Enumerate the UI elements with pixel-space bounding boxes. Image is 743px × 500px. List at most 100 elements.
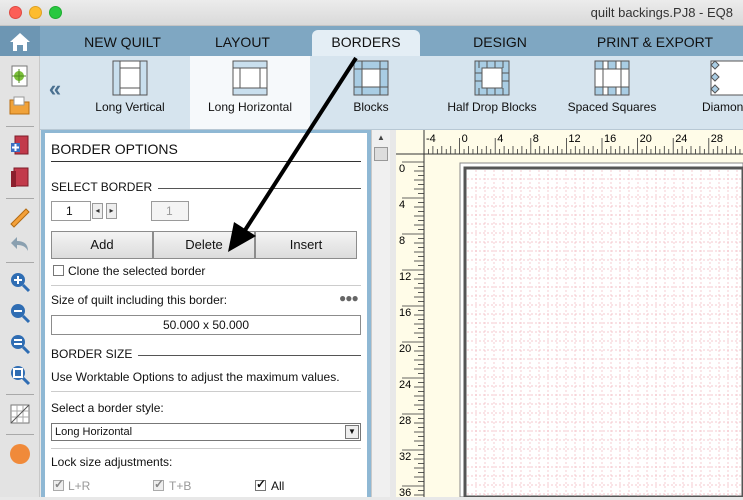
diamonds-border-icon	[710, 60, 743, 96]
ruler-label: 4	[399, 199, 405, 211]
ruler-label: 0	[462, 133, 468, 145]
tab-design[interactable]: DESIGN	[440, 30, 560, 56]
ruler-label: 24	[675, 133, 687, 145]
open-folder-icon[interactable]	[8, 94, 32, 118]
divider	[51, 448, 361, 449]
quilt-canvas[interactable]: -4048121620242832 04812162024283236	[396, 130, 743, 499]
ribbon-blocks[interactable]: Blocks	[330, 56, 412, 129]
lock-size-label: Lock size adjustments:	[51, 455, 173, 469]
add-border-button[interactable]: Add	[51, 231, 153, 259]
more-options-icon[interactable]: ●●●	[339, 291, 359, 305]
clone-border-label: Clone the selected border	[68, 264, 206, 278]
delete-border-button[interactable]: Delete	[153, 231, 255, 259]
long-horizontal-border-icon	[232, 60, 268, 96]
border-style-value: Long Horizontal	[55, 426, 133, 438]
border-options-panel: BORDER OPTIONS SELECT BORDER 1 ◂ ▸ 1 Add…	[45, 133, 367, 497]
ribbon-diamonds[interactable]: Diamon	[680, 56, 743, 129]
help-icon[interactable]	[8, 442, 32, 466]
divider	[129, 188, 361, 189]
lock-all-label: All	[271, 479, 285, 493]
scrollbar-thumb[interactable]	[374, 147, 388, 161]
ruler-label: 8	[399, 235, 405, 247]
home-button[interactable]	[0, 26, 40, 56]
quilt-size-label: Size of quilt including this border:	[51, 293, 228, 307]
border-style-label: Select a border style:	[51, 401, 164, 415]
ruler-label: 16	[399, 307, 411, 319]
divider	[51, 161, 361, 162]
lock-all-checkbox[interactable]	[255, 477, 266, 491]
ruler-icon[interactable]	[8, 206, 32, 230]
collapse-panel-button[interactable]: «	[42, 78, 68, 102]
chevron-down-icon: ▼	[345, 425, 359, 439]
zoom-window-button[interactable]	[49, 6, 62, 19]
border-number-field[interactable]: 1	[51, 201, 91, 221]
ribbon-label: Half Drop Blocks	[447, 100, 537, 114]
half-drop-blocks-border-icon	[474, 60, 510, 96]
ruler-label: 28	[399, 415, 411, 427]
quilt-worktable[interactable]: -4048121620242832 04812162024283236	[396, 130, 743, 499]
new-file-icon[interactable]	[8, 64, 32, 88]
undo-icon[interactable]	[8, 232, 32, 256]
zoom-in-icon[interactable]	[8, 270, 32, 294]
close-window-button[interactable]	[9, 6, 22, 19]
grid-icon[interactable]	[8, 402, 32, 426]
window-titlebar: quilt backings.PJ8 - EQ8	[0, 0, 743, 26]
ribbon-label: Long Horizontal	[207, 100, 293, 114]
ribbon-label: Long Vertical	[95, 100, 165, 114]
ribbon-label: Diamon	[702, 100, 743, 114]
minimize-window-button[interactable]	[29, 6, 42, 19]
worktable-note: Use Worktable Options to adjust the maxi…	[51, 370, 340, 384]
add-to-sketchbook-icon[interactable]	[8, 134, 32, 158]
tab-layout[interactable]: LAYOUT	[185, 30, 300, 56]
ribbon-long-horizontal[interactable]: Long Horizontal	[190, 56, 310, 129]
toolbar-separator	[6, 262, 34, 263]
ruler-label: 4	[497, 133, 503, 145]
long-vertical-border-icon	[112, 60, 148, 96]
tab-new-quilt[interactable]: NEW QUILT	[60, 30, 185, 56]
ruler-label: 36	[399, 487, 411, 497]
ribbon-spaced-squares[interactable]: Spaced Squares	[556, 56, 668, 129]
tab-borders[interactable]: BORDERS	[312, 30, 420, 56]
toolbar-separator	[6, 126, 34, 127]
refresh-zoom-icon[interactable]	[8, 363, 32, 387]
ruler-label: 32	[399, 451, 411, 463]
divider	[135, 355, 361, 356]
divider	[51, 285, 361, 286]
insert-border-button[interactable]: Insert	[255, 231, 357, 259]
ruler-label: 8	[533, 133, 539, 145]
zoom-out-icon[interactable]	[8, 301, 32, 325]
window-title: quilt backings.PJ8 - EQ8	[590, 5, 733, 20]
ribbon-half-drop-blocks[interactable]: Half Drop Blocks	[436, 56, 548, 129]
lock-lr-checkbox[interactable]	[53, 477, 64, 491]
panel-scrollbar[interactable]: ▲	[371, 130, 390, 497]
divider	[51, 391, 361, 392]
ribbon-label: Blocks	[353, 100, 389, 114]
lock-tb-label: T+B	[169, 479, 192, 493]
border-size-heading: BORDER SIZE	[51, 347, 139, 361]
border-style-select[interactable]: Long Horizontal ▼	[51, 423, 361, 441]
sketchbook-icon[interactable]	[8, 166, 32, 190]
quilt-size-field: 50.000 x 50.000	[51, 315, 361, 335]
previous-border-button[interactable]: ◂	[92, 203, 103, 219]
panel-title: BORDER OPTIONS	[51, 141, 178, 157]
ruler-label: 16	[604, 133, 616, 145]
scroll-up-icon[interactable]: ▲	[377, 133, 385, 142]
toolbar-separator	[6, 198, 34, 199]
ruler-label: 24	[399, 379, 411, 391]
spaced-squares-border-icon	[594, 60, 630, 96]
ruler-label: 12	[399, 271, 411, 283]
ruler-label: 20	[640, 133, 652, 145]
ruler-label: 20	[399, 343, 411, 355]
ruler-label: 28	[711, 133, 723, 145]
tab-print-export[interactable]: PRINT & EXPORT	[585, 30, 725, 56]
next-border-button[interactable]: ▸	[106, 203, 117, 219]
home-icon	[10, 33, 30, 51]
fit-to-window-icon[interactable]	[8, 332, 32, 356]
ribbon-long-vertical[interactable]: Long Vertical	[82, 56, 178, 129]
toolbar-separator	[6, 394, 34, 395]
lock-tb-checkbox[interactable]	[153, 477, 164, 491]
ruler-label: -4	[426, 133, 436, 145]
border-style-ribbon: « Long Vertical Long Horizontal Blocks H…	[40, 56, 743, 130]
blocks-border-icon	[353, 60, 389, 96]
clone-border-checkbox[interactable]	[53, 265, 64, 276]
